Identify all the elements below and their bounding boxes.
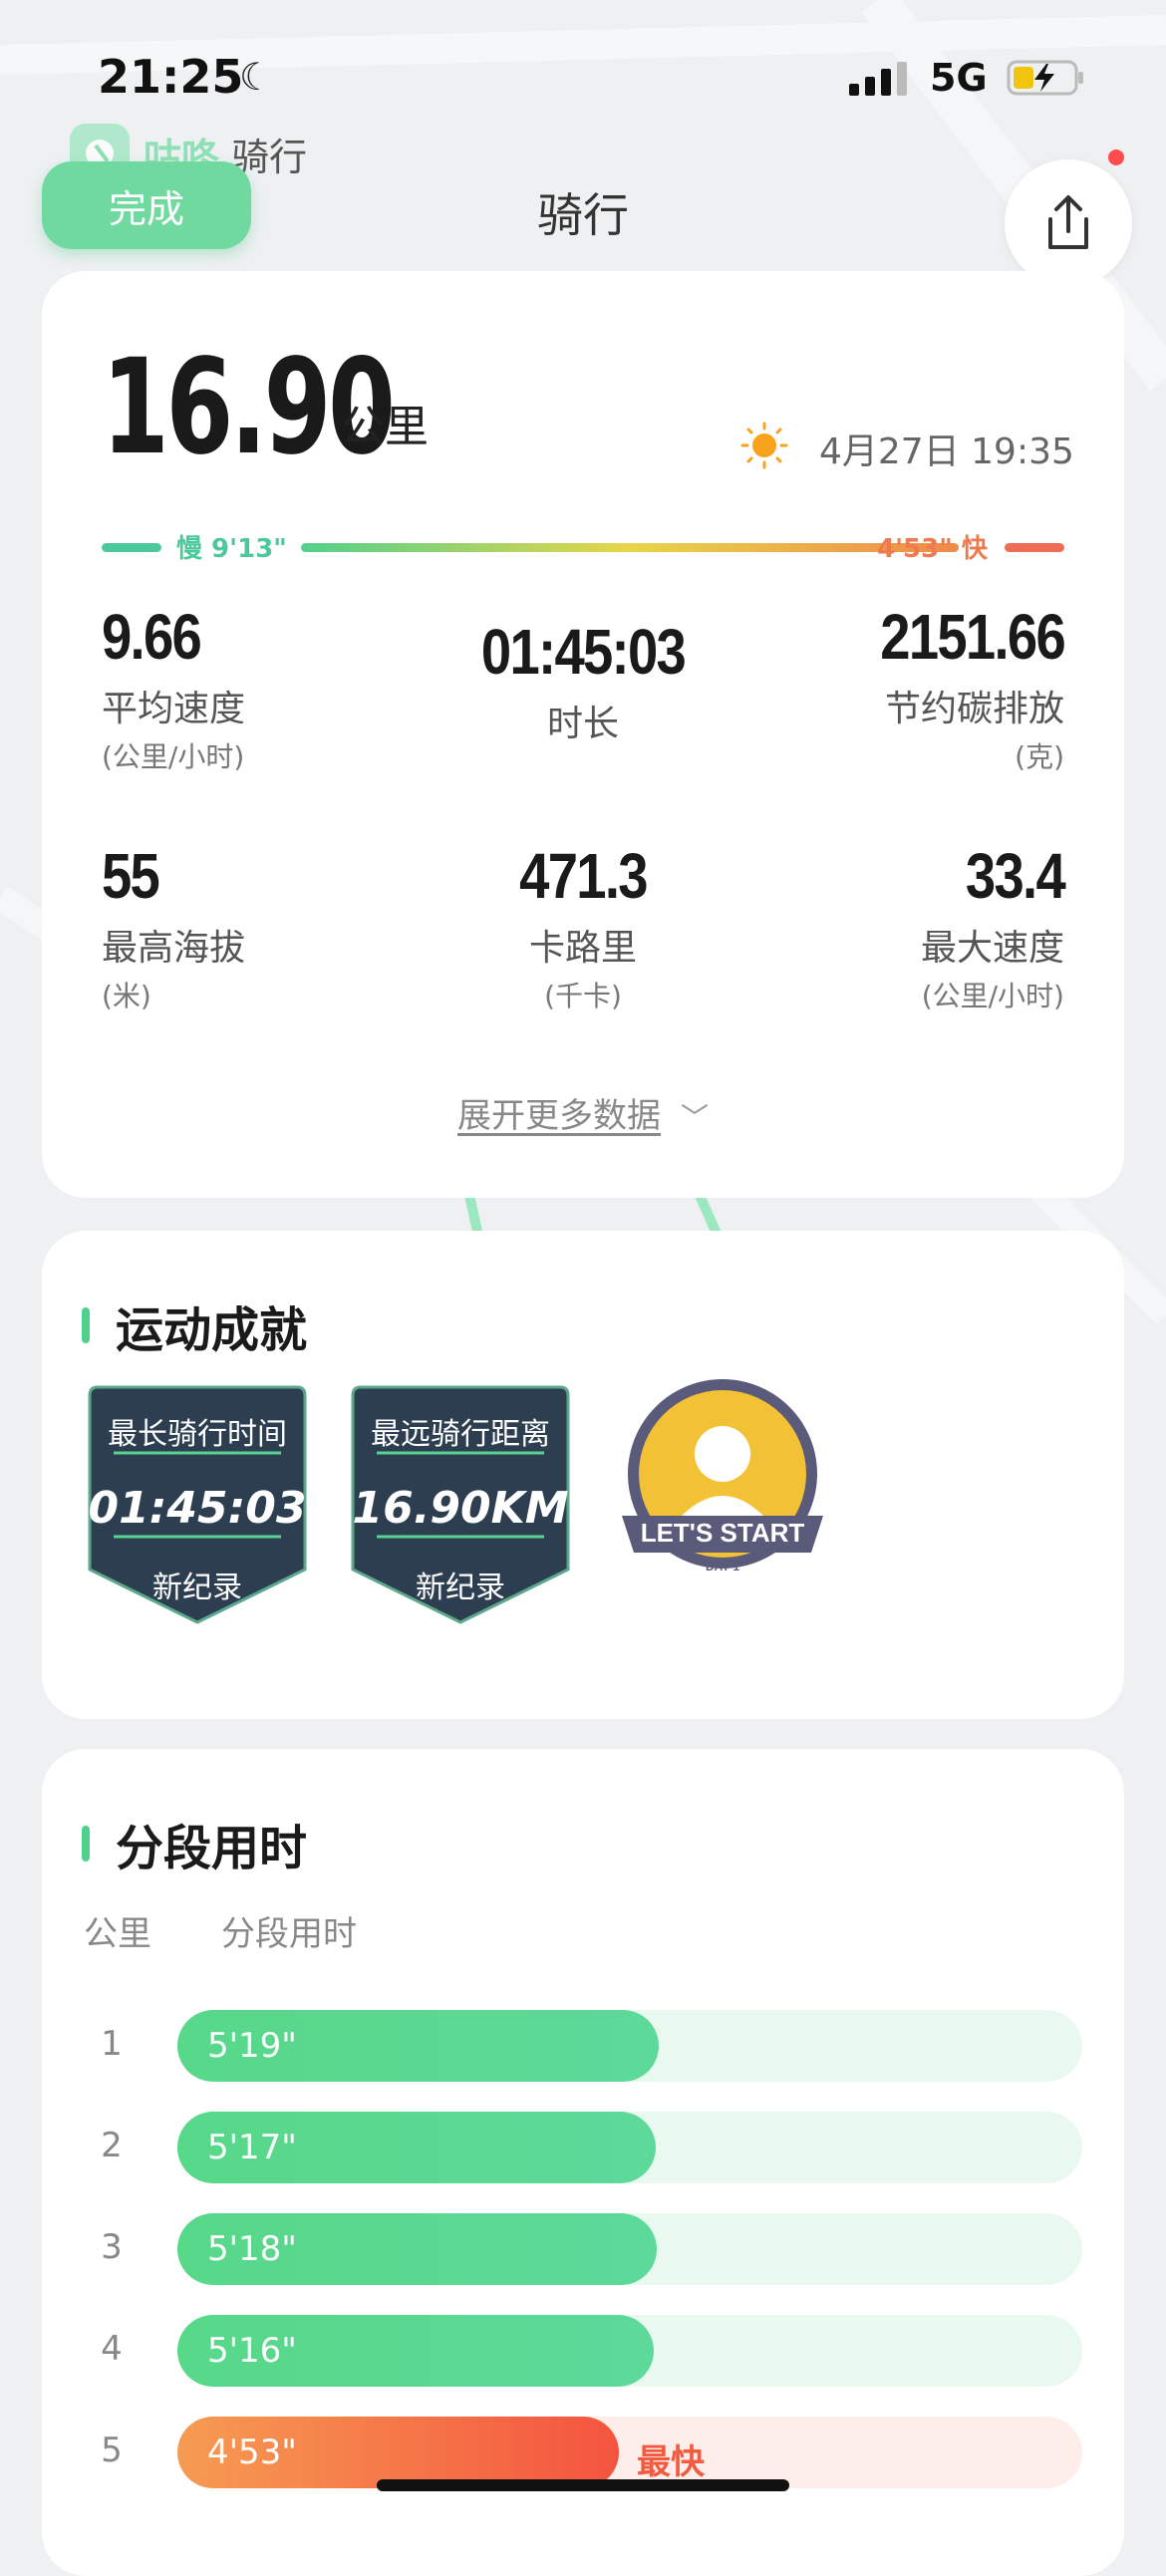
stat-value: 33.4 — [965, 840, 1066, 912]
stat-label: 最高海拔 — [102, 928, 246, 969]
split-row: 3 5'18" — [82, 2213, 1086, 2285]
split-time: 5'16" — [207, 2331, 297, 2371]
split-km-index: 3 — [101, 2227, 123, 2267]
stat-max-speed: 33.4 最大速度 (公里/小时) — [735, 839, 1066, 1014]
chevron-down-icon: ﹀ — [680, 1101, 709, 1134]
medal-title: 最远骑行距离 — [371, 1417, 550, 1452]
stat-label: 节约碳排放 — [884, 689, 1064, 729]
share-button[interactable] — [1005, 159, 1132, 287]
splits-card: 分段用时 公里 分段用时 1 5'19" 2 5'17" 3 5'18" 4 5'16" 5 4'… — [42, 1749, 1124, 2576]
battery-charging-icon — [1007, 60, 1083, 96]
split-km-index: 4 — [101, 2329, 123, 2369]
medal-longest-ride-distance[interactable]: 最远骑行距离 16.90KM 新纪录 — [341, 1385, 580, 1624]
split-time: 5'17" — [207, 2128, 297, 2167]
stat-unit: (公里/小时) — [921, 980, 1064, 1012]
moon-icon: ☾ — [239, 55, 274, 99]
stat-carbon-saved: 2151.66 节约碳排放 (克) — [735, 600, 1065, 775]
pace-slow-label: 慢 9'13" — [176, 534, 287, 564]
expand-label: 展开更多数据 — [456, 1096, 661, 1136]
badge-subtext: DAY 1 — [706, 1560, 739, 1574]
stat-label: 卡路里 — [528, 928, 637, 969]
split-row: 4 5'16" — [82, 2315, 1086, 2387]
notification-dot — [1108, 149, 1124, 165]
distance-unit: 公里 — [341, 402, 429, 452]
split-time: 5'18" — [207, 2229, 297, 2269]
stat-label: 时长 — [546, 704, 619, 744]
split-row: 5 4'53" 最快 — [82, 2417, 1086, 2488]
page-title: 骑行 — [537, 188, 629, 242]
section-title-achievements: 运动成就 — [82, 1290, 307, 1360]
stat-label: 平均速度 — [102, 689, 246, 729]
status-time: 21:25 — [98, 50, 244, 104]
section-accent-bar — [82, 1307, 90, 1343]
stat-unit: (公里/小时) — [102, 740, 245, 773]
medal-longest-ride-time[interactable]: 最长骑行时间 01:45:03 新纪录 — [78, 1385, 317, 1624]
lets-start-badge[interactable]: LET'S START DAY 1 — [620, 1378, 825, 1577]
stat-unit: (米) — [102, 980, 151, 1012]
stat-value: 9.66 — [102, 601, 202, 673]
stat-value: 471.3 — [519, 840, 648, 912]
share-icon — [1048, 195, 1088, 249]
section-title-splits: 分段用时 — [82, 1809, 307, 1878]
stat-max-altitude: 55 最高海拔 (米) — [102, 839, 431, 1014]
section-accent-bar — [82, 1826, 90, 1861]
sunny-weather-icon — [740, 422, 788, 469]
stat-value: 55 — [102, 840, 160, 912]
expand-more-data-link[interactable]: 展开更多数据 ﹀ — [42, 1088, 1124, 1137]
medal-record-label: 新纪录 — [416, 1571, 505, 1605]
split-km-index: 5 — [101, 2431, 123, 2470]
stat-calories: 471.3 卡路里 (千卡) — [419, 839, 747, 1014]
stat-value: 2151.66 — [880, 601, 1065, 673]
badge-text: LET'S START — [641, 1518, 805, 1548]
split-km-index: 1 — [101, 2024, 123, 2064]
stat-duration: 01:45:03 时长 — [419, 615, 747, 746]
medal-record-label: 新纪录 — [152, 1571, 242, 1605]
split-row: 1 5'19" — [82, 2010, 1086, 2082]
activity-datetime: 4月27日 19:35 — [819, 431, 1074, 472]
achievements-card: 运动成就 最长骑行时间 01:45:03 新纪录 最远骑行距离 16.90KM … — [42, 1231, 1124, 1719]
network-type: 5G — [930, 56, 988, 100]
split-km-index: 2 — [101, 2126, 123, 2165]
stat-label: 最大速度 — [920, 928, 1064, 969]
pace-fast-label: 4'53" 快 — [877, 534, 988, 564]
home-indicator — [377, 2479, 789, 2491]
stat-value: 01:45:03 — [480, 616, 687, 688]
split-time: 5'19" — [207, 2026, 297, 2066]
stat-unit: (千卡) — [544, 980, 622, 1012]
split-fastest-tag: 最快 — [637, 2442, 705, 2482]
splits-col-km: 公里 — [84, 1914, 151, 1954]
signal-icon — [849, 62, 907, 96]
medal-value: 01:45:03 — [88, 1483, 307, 1534]
split-time: 4'53" — [207, 2433, 297, 2472]
stat-avg-speed: 9.66 平均速度 (公里/小时) — [102, 600, 431, 775]
splits-col-time: 分段用时 — [221, 1914, 357, 1954]
summary-card: 16.90 公里 4月27日 19:35 慢 9'13" 4'53" 快 9.6… — [42, 271, 1124, 1198]
split-row: 2 5'17" — [82, 2112, 1086, 2183]
stat-unit: (克) — [1015, 740, 1064, 773]
section-title-text: 运动成就 — [116, 1302, 308, 1358]
medal-title: 最长骑行时间 — [108, 1417, 287, 1452]
section-title-text: 分段用时 — [116, 1821, 308, 1876]
medal-value: 16.90KM — [352, 1483, 569, 1534]
